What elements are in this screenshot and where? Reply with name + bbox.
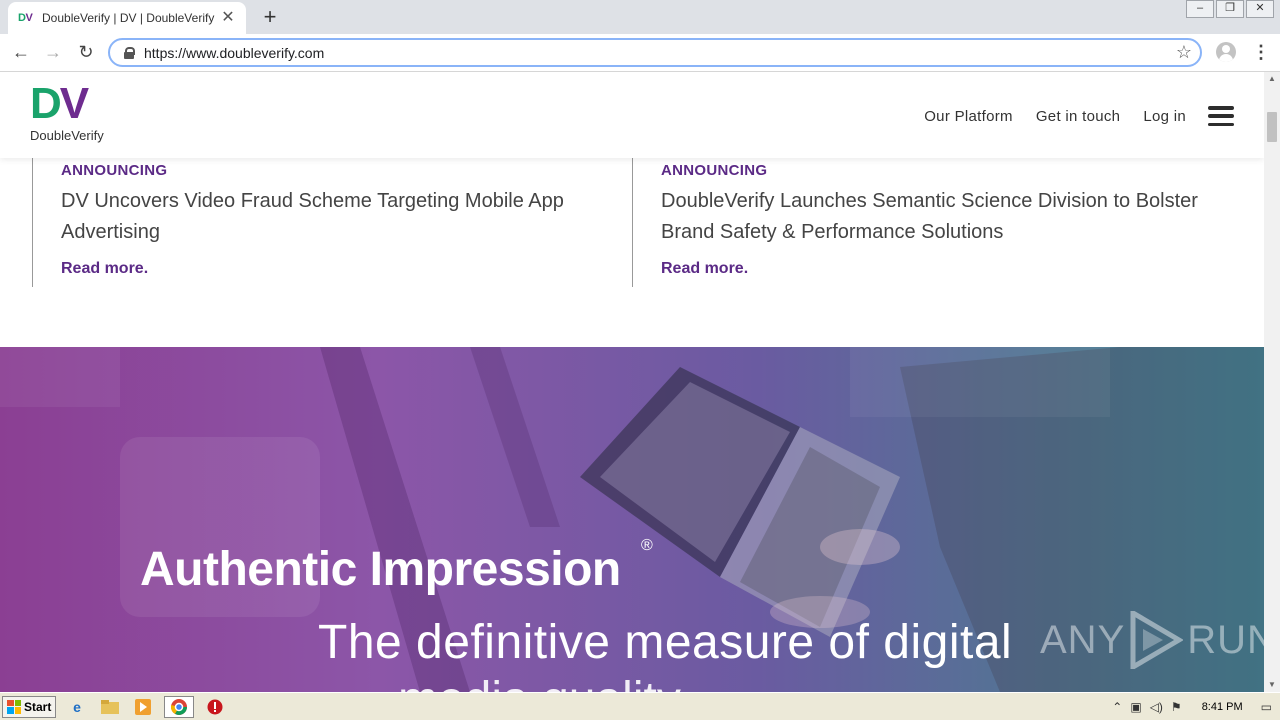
url-text[interactable]: https://www.doubleverify.com	[144, 45, 1176, 61]
folder-icon[interactable]	[98, 696, 122, 718]
close-window-button[interactable]: ✕	[1246, 0, 1274, 18]
browser-toolbar: ← → ↻ https://www.doubleverify.com ☆ ⋮	[0, 34, 1280, 72]
browser-tab[interactable]: DV DoubleVerify | DV | DoubleVerify ✕	[8, 2, 246, 34]
read-more-link[interactable]: Read more.	[661, 260, 748, 278]
back-arrow-icon[interactable]: ←	[10, 42, 32, 64]
page-viewport: DV DoubleVerify Our Platform Get in touc…	[0, 72, 1264, 692]
clock[interactable]: 8:41 PM	[1202, 701, 1243, 713]
lock-icon[interactable]	[122, 46, 136, 60]
page-scrollbar[interactable]: ▲ ▼	[1264, 72, 1280, 692]
scroll-thumb[interactable]	[1267, 112, 1277, 142]
browser-titlebar: DV DoubleVerify | DV | DoubleVerify ✕ + …	[0, 0, 1280, 34]
chrome-icon[interactable]	[164, 695, 194, 718]
show-desktop-icon[interactable]: ▭	[1261, 700, 1272, 714]
bookmark-star-icon[interactable]: ☆	[1176, 42, 1192, 63]
dv-logo-mark: DV	[30, 79, 89, 128]
doubleverify-logo[interactable]: DV DoubleVerify	[30, 82, 120, 150]
restore-button[interactable]: ❐	[1216, 0, 1244, 18]
nav-our-platform[interactable]: Our Platform	[924, 108, 1013, 125]
news-item: ANNOUNCING DV Uncovers Video Fraud Schem…	[32, 158, 632, 287]
dv-favicon-icon: DV	[18, 12, 33, 24]
scroll-up-arrow-icon[interactable]: ▲	[1264, 72, 1280, 86]
news-item: ANNOUNCING DoubleVerify Launches Semanti…	[632, 158, 1232, 287]
hero-banner: Authentic Impression ® The definitive me…	[0, 347, 1264, 692]
tab-title: DoubleVerify | DV | DoubleVerify	[42, 11, 215, 25]
minimize-button[interactable]: –	[1186, 0, 1214, 18]
site-nav: Our Platform Get in touch Log in	[901, 106, 1234, 126]
site-header: DV DoubleVerify Our Platform Get in touc…	[0, 72, 1264, 158]
volume-icon[interactable]: ◁)	[1150, 700, 1163, 714]
scroll-down-arrow-icon[interactable]: ▼	[1264, 678, 1280, 692]
news-headline[interactable]: DV Uncovers Video Fraud Scheme Targeting…	[61, 186, 621, 248]
media-player-icon[interactable]	[131, 696, 155, 718]
flag-icon[interactable]: ⚑	[1171, 700, 1182, 714]
logo-wordmark: DoubleVerify	[30, 128, 104, 143]
system-tray: ⌃ ▣ ◁) ⚑ 8:41 PM ▭	[1104, 693, 1280, 721]
stop-icon[interactable]	[203, 696, 227, 718]
nav-log-in[interactable]: Log in	[1143, 108, 1186, 125]
tab-close-icon[interactable]: ✕	[220, 10, 236, 26]
hero-title: Authentic Impression	[140, 543, 621, 596]
address-bar[interactable]: https://www.doubleverify.com ☆	[108, 38, 1202, 67]
tray-expand-icon[interactable]: ⌃	[1112, 700, 1122, 714]
play-triangle-icon	[1130, 611, 1184, 669]
hamburger-menu-icon[interactable]	[1208, 106, 1234, 126]
new-tab-button[interactable]: +	[258, 6, 282, 30]
nav-get-in-touch[interactable]: Get in touch	[1036, 108, 1120, 125]
network-icon[interactable]: ▣	[1130, 700, 1141, 714]
chrome-menu-icon[interactable]: ⋮	[1252, 42, 1270, 64]
windows-taskbar: Start e ⌃ ▣ ◁) ⚑ 8:41 PM ▭	[0, 692, 1280, 720]
news-headline[interactable]: DoubleVerify Launches Semantic Science D…	[661, 186, 1221, 248]
read-more-link[interactable]: Read more.	[61, 260, 148, 278]
ie-icon[interactable]: e	[65, 696, 89, 718]
hero-subtitle-continued: media quality	[398, 672, 681, 692]
news-tag: ANNOUNCING	[61, 162, 168, 179]
windows-flag-icon	[7, 699, 21, 714]
news-tag: ANNOUNCING	[661, 162, 768, 179]
start-button[interactable]: Start	[2, 695, 56, 718]
profile-avatar-icon[interactable]	[1216, 42, 1236, 62]
window-controls: – ❐ ✕	[1184, 0, 1274, 18]
forward-arrow-icon[interactable]: →	[42, 42, 64, 64]
hero-subtitle: The definitive measure of digital	[318, 616, 1013, 669]
anyrun-watermark: ANY RUN	[1040, 611, 1264, 669]
reload-icon[interactable]: ↻	[75, 42, 97, 64]
registered-mark: ®	[641, 537, 653, 554]
